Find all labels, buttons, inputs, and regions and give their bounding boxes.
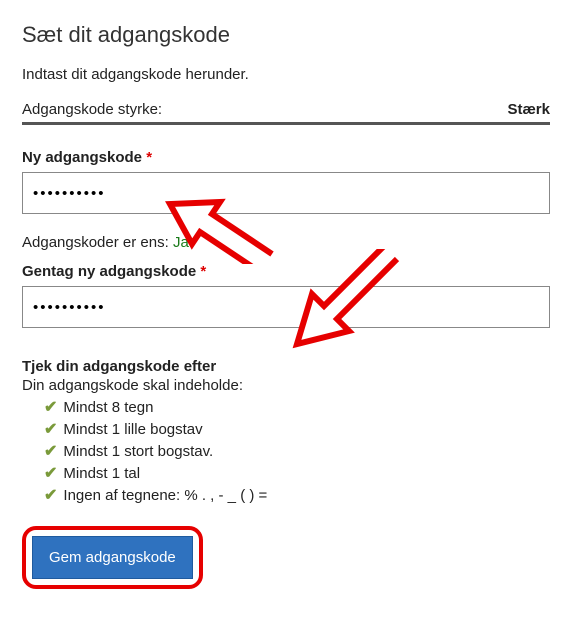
confirm-password-input[interactable] (22, 286, 550, 328)
checklist-subheading: Din adgangskode skal indeholde: (22, 377, 550, 394)
confirm-password-label: Gentag ny adgangskode * (22, 263, 550, 280)
required-mark: * (200, 263, 206, 280)
new-password-label: Ny adgangskode * (22, 149, 550, 166)
match-value: Ja (173, 234, 189, 251)
new-password-input[interactable] (22, 172, 550, 214)
checklist-heading: Tjek din adgangskode efter (22, 358, 550, 375)
rule-item: ✔Mindst 8 tegn (44, 396, 550, 418)
rule-item: ✔Mindst 1 lille bogstav (44, 418, 550, 440)
rule-item: ✔Mindst 1 tal (44, 462, 550, 484)
check-icon: ✔ (44, 419, 57, 439)
strength-value: Stærk (507, 101, 550, 118)
check-icon: ✔ (44, 441, 57, 461)
rule-item: ✔Ingen af tegnene: % . , - _ ( ) = (44, 484, 550, 506)
password-match-row: Adgangskoder er ens: Ja (22, 234, 550, 251)
submit-highlight-box: Gem adgangskode (22, 526, 203, 589)
intro-text: Indtast dit adgangskode herunder. (22, 66, 550, 83)
match-label: Adgangskoder er ens: (22, 234, 169, 251)
password-rules-list: ✔Mindst 8 tegn ✔Mindst 1 lille bogstav ✔… (22, 396, 550, 506)
password-strength-row: Adgangskode styrke: Stærk (22, 101, 550, 125)
check-icon: ✔ (44, 397, 57, 417)
required-mark: * (146, 149, 152, 166)
check-icon: ✔ (44, 463, 57, 483)
check-icon: ✔ (44, 485, 57, 505)
page-title: Sæt dit adgangskode (22, 22, 550, 48)
rule-item: ✔Mindst 1 stort bogstav. (44, 440, 550, 462)
strength-label: Adgangskode styrke: (22, 101, 162, 118)
save-password-button[interactable]: Gem adgangskode (32, 536, 193, 579)
